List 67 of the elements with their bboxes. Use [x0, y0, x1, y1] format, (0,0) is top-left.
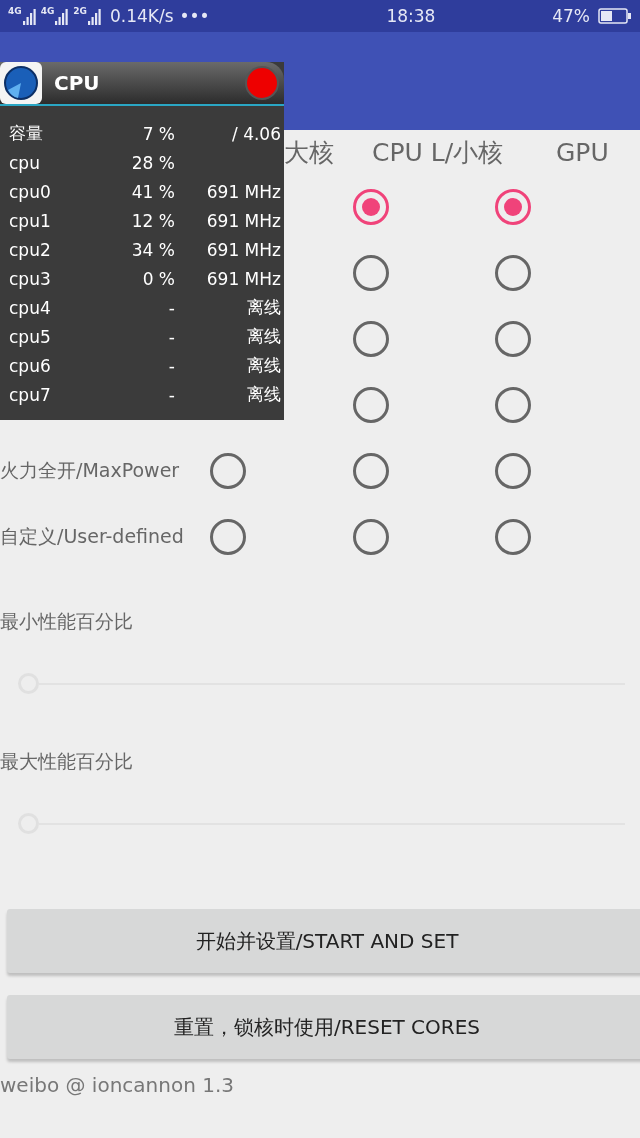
signal-icon	[87, 7, 102, 25]
cpu-usage: -	[167, 326, 175, 347]
battery-percent: 47%	[552, 6, 590, 26]
cpu-name: cpu	[9, 152, 41, 173]
slider-label: 最小性能百分比	[0, 609, 134, 634]
action-button[interactable]: 重置，锁核时使用/RESET CORES	[7, 995, 640, 1059]
cpu-frequency: 691 MHz	[205, 239, 281, 260]
column-header: CPU L/小核	[372, 136, 505, 169]
column-header: GPU	[556, 137, 610, 167]
radio-button[interactable]	[353, 321, 389, 357]
cpu-frequency: / 4.06	[231, 123, 281, 144]
cpu-usage: 12 %	[130, 210, 175, 231]
network-label: 4G	[8, 7, 22, 16]
cpu-frequency: 离线	[246, 296, 281, 319]
cpu-name: cpu2	[9, 239, 52, 260]
cpu-frequency: 691 MHz	[205, 268, 281, 289]
cpu-name: cpu1	[9, 210, 52, 231]
radio-button[interactable]	[210, 519, 246, 555]
clock: 18:38	[385, 6, 436, 26]
globe-icon	[0, 62, 42, 104]
radio-button[interactable]	[495, 255, 531, 291]
cpu-usage: 7 %	[141, 123, 175, 144]
footer-credit: weibo @ ioncannon 1.3	[0, 1073, 235, 1097]
cpu-frequency: 离线	[246, 325, 281, 348]
radio-button[interactable]	[353, 519, 389, 555]
cpu-name: cpu7	[9, 384, 52, 405]
radio-button[interactable]	[495, 321, 531, 357]
radio-button[interactable]	[495, 387, 531, 423]
cpu-frequency: 离线	[246, 383, 281, 406]
network-label: 2G	[73, 7, 87, 16]
radio-button[interactable]	[495, 453, 531, 489]
cpu-frequency: 691 MHz	[205, 181, 281, 202]
network-speed: 0.14K/s	[109, 6, 174, 26]
signal-icon	[22, 7, 37, 25]
cpu-usage: 34 %	[130, 239, 175, 260]
cpu-name: cpu6	[9, 355, 52, 376]
mode-label: 火力全开/MaxPower	[0, 458, 181, 483]
cpu-name: 容量	[9, 122, 44, 145]
radio-button[interactable]	[353, 255, 389, 291]
cpu-usage: 0 %	[141, 268, 175, 289]
cpu-frequency: 691 MHz	[205, 210, 281, 231]
cpu-usage: 28 %	[130, 152, 175, 173]
record-icon[interactable]	[245, 66, 279, 100]
cpu-name: cpu0	[9, 181, 52, 202]
battery-icon	[598, 7, 632, 25]
radio-button[interactable]	[353, 387, 389, 423]
cpu-name: cpu3	[9, 268, 52, 289]
signal-icon	[55, 7, 70, 25]
radio-button[interactable]	[210, 453, 246, 489]
more-indicator: •••	[179, 6, 210, 26]
column-header: 大核	[284, 136, 335, 169]
radio-button[interactable]	[353, 453, 389, 489]
network-label: 4G	[40, 7, 55, 16]
cpu-usage: -	[167, 297, 175, 318]
slider-label: 最大性能百分比	[0, 749, 134, 774]
cpu-usage: -	[167, 355, 175, 376]
mode-label: 自定义/User-defined	[0, 524, 185, 549]
radio-button[interactable]	[495, 519, 531, 555]
radio-button[interactable]	[495, 189, 531, 225]
radio-button[interactable]	[353, 189, 389, 225]
cpu-name: cpu5	[9, 326, 52, 347]
cpu-usage: 41 %	[130, 181, 175, 202]
cpu-usage: -	[167, 384, 175, 405]
monitor-title: CPU	[54, 71, 101, 95]
cpu-frequency: 离线	[246, 354, 281, 377]
action-button[interactable]: 开始并设置/START AND SET	[7, 909, 640, 973]
cpu-name: cpu4	[9, 297, 52, 318]
